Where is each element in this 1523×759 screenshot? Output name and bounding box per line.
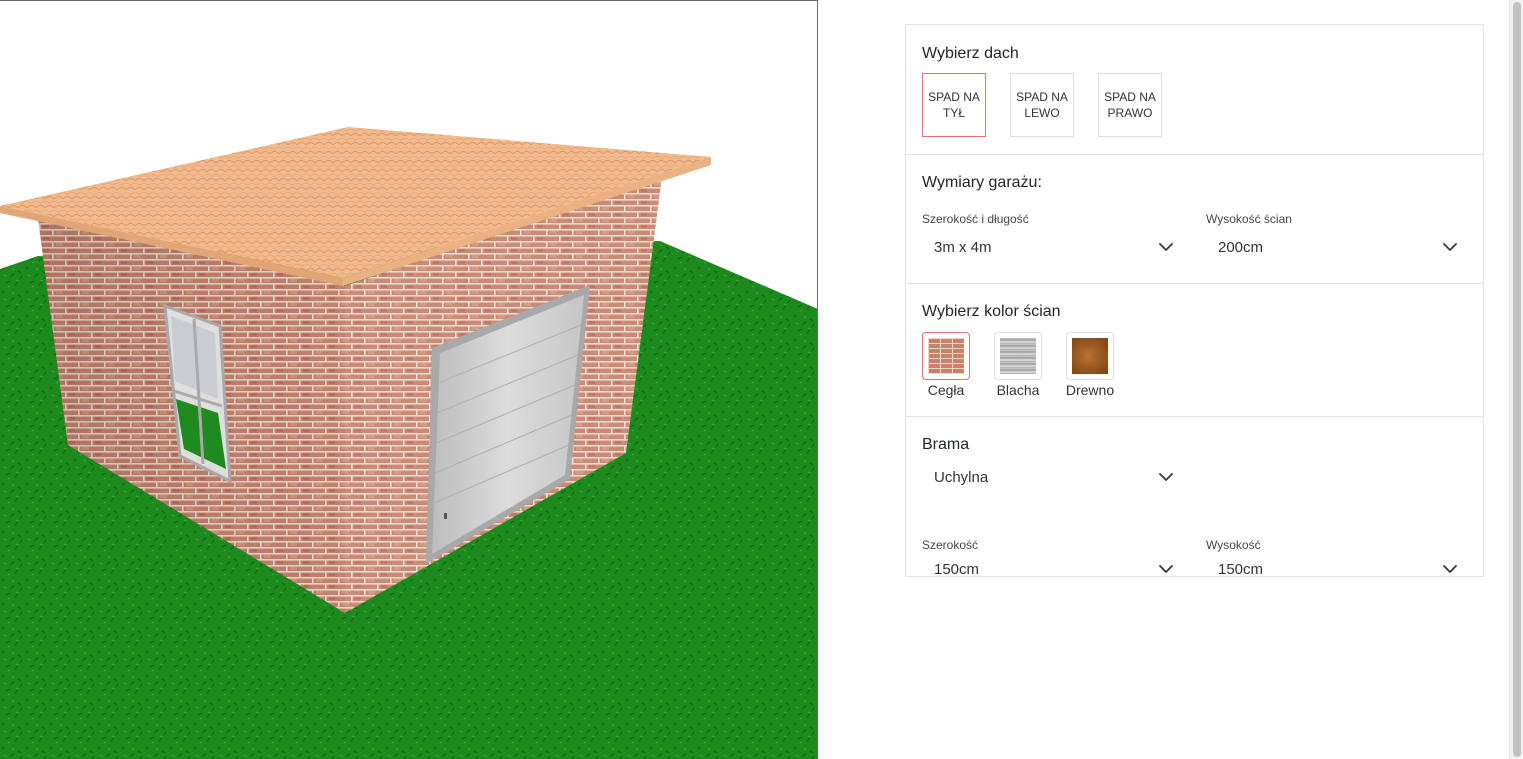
wall-color-wood[interactable]	[1066, 332, 1114, 380]
gate-width-select[interactable]: 150cm	[922, 554, 1174, 584]
chevron-down-icon	[1443, 565, 1457, 573]
gate-width-value: 150cm	[934, 560, 980, 578]
roof-option-label: SPAD NA TYŁ	[928, 90, 980, 120]
size-value: 3m x 4m	[934, 238, 992, 256]
roof-section-title: Wybierz dach	[922, 45, 1019, 62]
roof-option-label: SPAD NA PRAWO	[1104, 90, 1156, 120]
brick-texture-icon	[928, 338, 964, 374]
wall-color-metal[interactable]	[994, 332, 1042, 380]
dimensions-section-title: Wymiary garażu:	[922, 174, 1042, 191]
dimensions-section: Wymiary garażu: Szerokość i długość 3m x…	[906, 155, 1483, 284]
wood-texture-icon	[1072, 338, 1108, 374]
wall-color-section-title: Wybierz kolor ścian	[922, 303, 1061, 320]
wall-color-label: Blacha	[996, 382, 1040, 398]
size-label: Szerokość i długość	[922, 212, 1029, 226]
scrollbar-thumb[interactable]	[1513, 2, 1521, 757]
chevron-down-icon	[1159, 565, 1173, 573]
wall-height-value: 200cm	[1218, 238, 1264, 256]
roof-section: Wybierz dach SPAD NA TYŁ SPAD NA LEWO SP…	[906, 25, 1483, 155]
roof-option-label: SPAD NA LEWO	[1016, 90, 1068, 120]
size-select[interactable]: 3m x 4m	[922, 232, 1174, 262]
page-scrollbar[interactable]	[1509, 0, 1523, 759]
door-handle	[444, 513, 447, 519]
wall-color-brick[interactable]	[922, 332, 970, 380]
garage-3d-scene[interactable]	[0, 1, 818, 759]
gate-type-select[interactable]: Uchylna	[922, 462, 1174, 492]
gate-section-title: Brama	[922, 436, 970, 453]
roof-option-back[interactable]: SPAD NA TYŁ	[922, 73, 986, 137]
chevron-down-icon	[1159, 473, 1173, 481]
gate-height-label: Wysokość	[1206, 538, 1261, 552]
wall-color-section: Wybierz kolor ścian Cegła Blacha Drewno	[906, 284, 1483, 417]
chevron-down-icon	[1443, 243, 1457, 251]
configurator-panel: Wybierz dach SPAD NA TYŁ SPAD NA LEWO SP…	[905, 24, 1484, 578]
garage-3d-viewport[interactable]	[0, 0, 818, 759]
gate-section: Brama Uchylna Szerokość 150cm Wysokość 1…	[906, 417, 1483, 578]
chevron-down-icon	[1159, 243, 1173, 251]
wall-height-select[interactable]: 200cm	[1206, 232, 1458, 262]
wall-color-label: Cegła	[927, 382, 965, 398]
wall-height-label: Wysokość ścian	[1206, 212, 1292, 226]
roof-option-left[interactable]: SPAD NA LEWO	[1010, 73, 1074, 137]
metal-sheet-texture-icon	[1000, 338, 1036, 374]
gate-height-value: 150cm	[1218, 560, 1264, 578]
roof-option-right[interactable]: SPAD NA PRAWO	[1098, 73, 1162, 137]
gate-type-value: Uchylna	[934, 468, 989, 486]
wall-color-label: Drewno	[1065, 382, 1115, 398]
gate-height-select[interactable]: 150cm	[1206, 554, 1458, 584]
